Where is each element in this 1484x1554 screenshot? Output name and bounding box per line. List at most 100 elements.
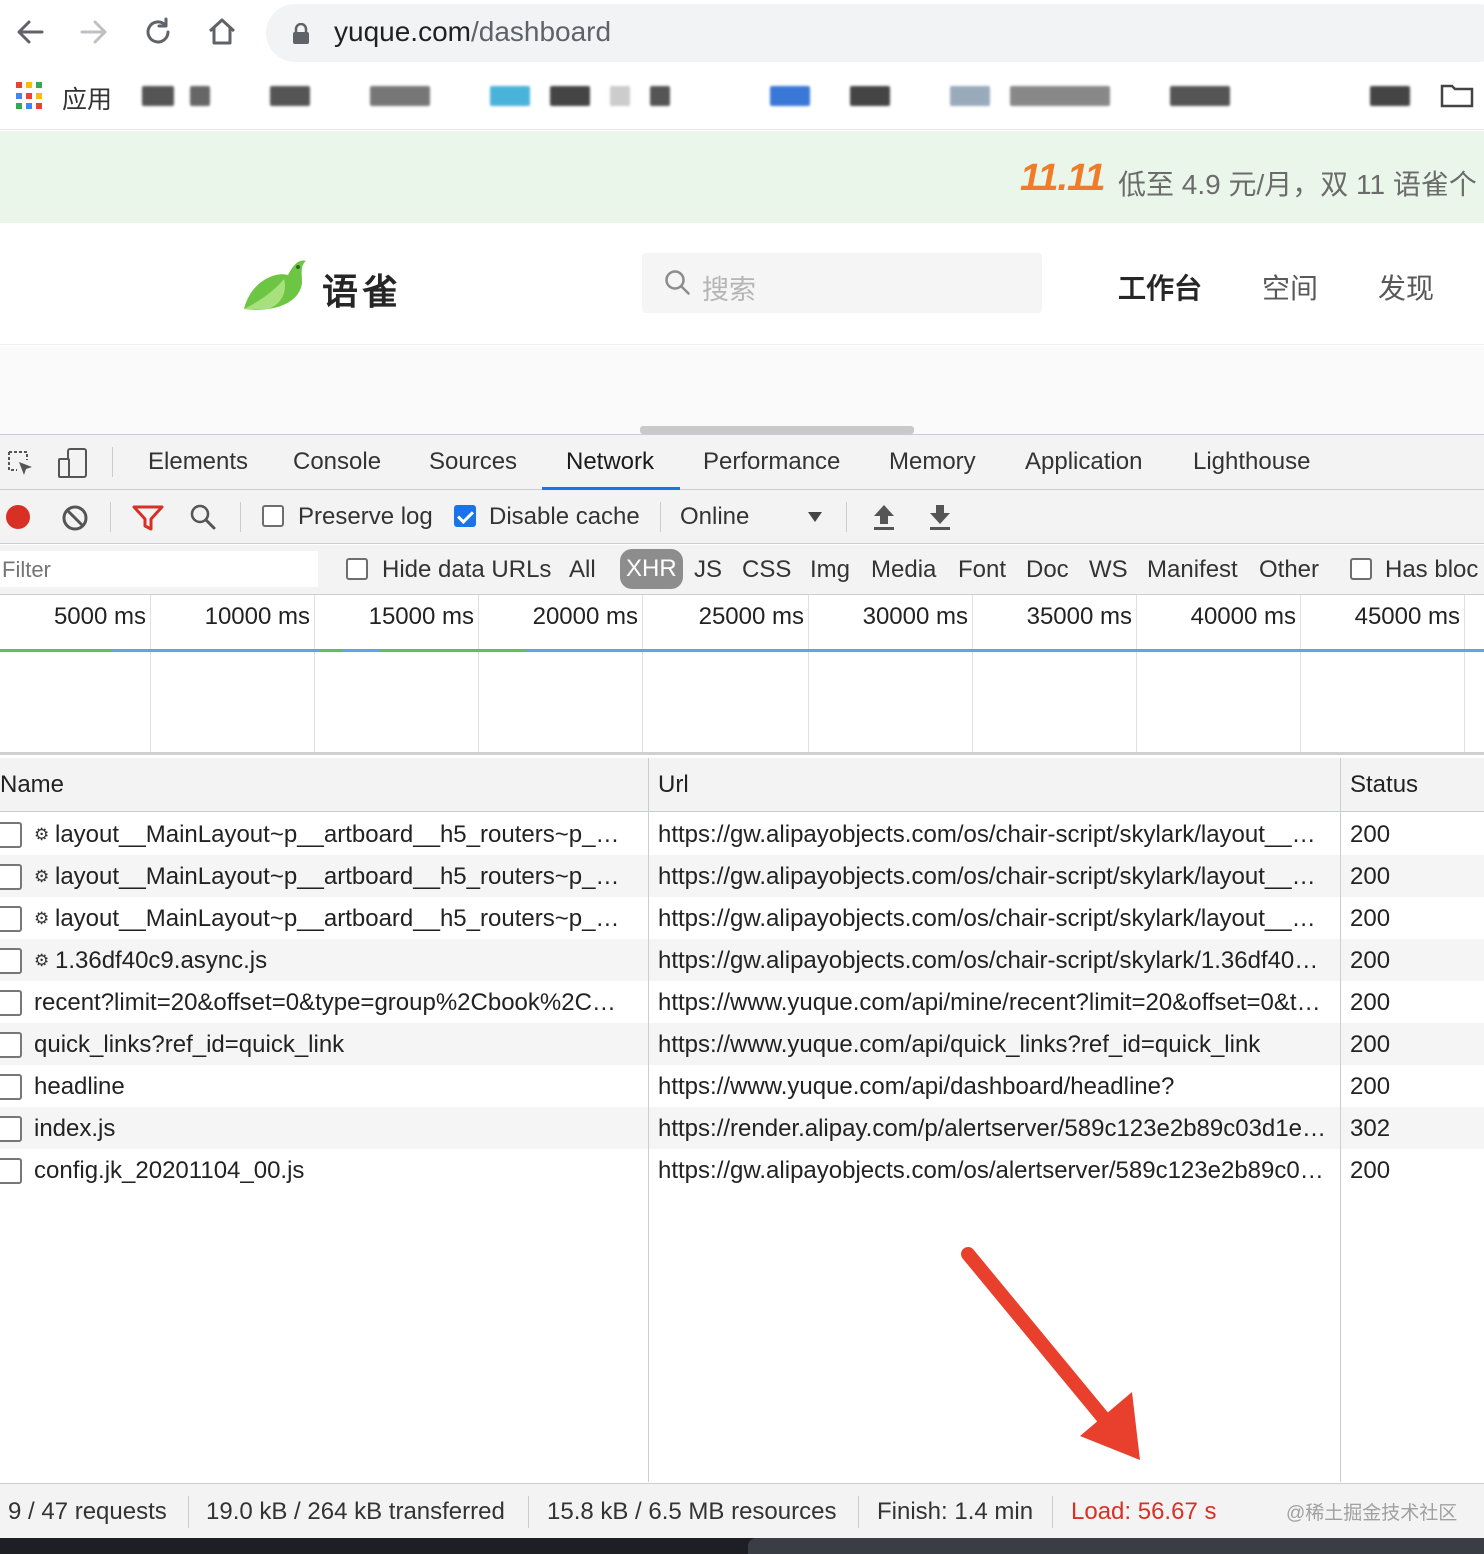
- reload-button[interactable]: [138, 12, 178, 52]
- filter-type-xhr[interactable]: XHR: [620, 549, 683, 589]
- table-row[interactable]: ⚙ 1.36df40c9.async.js https://gw.alipayobj…: [0, 939, 1484, 981]
- table-row[interactable]: recent?limit=20&offset=0&type=group%2Cbo…: [0, 981, 1484, 1023]
- request-name[interactable]: layout__MainLayout~p__artboard__h5_route…: [55, 905, 627, 933]
- bookmark-item[interactable]: [142, 86, 174, 106]
- site-search-input[interactable]: 搜索: [642, 253, 1042, 313]
- request-name[interactable]: config.jk_20201104_00.js: [34, 1157, 628, 1185]
- bookmark-item[interactable]: [1370, 86, 1410, 106]
- filter-type-font[interactable]: Font: [958, 556, 1006, 584]
- nav-discover[interactable]: 发现: [1378, 267, 1434, 307]
- tab-elements[interactable]: Elements: [148, 448, 248, 476]
- has-blocked-cookies-checkbox[interactable]: [1350, 558, 1372, 580]
- nav-spaces[interactable]: 空间: [1262, 267, 1318, 307]
- row-select-checkbox[interactable]: [0, 906, 22, 932]
- export-har-icon[interactable]: [926, 502, 954, 532]
- row-select-checkbox[interactable]: [0, 990, 22, 1016]
- search-icon[interactable]: [188, 502, 218, 532]
- request-name[interactable]: quick_links?ref_id=quick_link: [34, 1031, 628, 1059]
- request-url[interactable]: https://www.yuque.com/api/dashboard/head…: [658, 1073, 1330, 1101]
- yuque-logo-icon[interactable]: [240, 253, 310, 315]
- row-select-checkbox[interactable]: [0, 948, 22, 974]
- tab-memory[interactable]: Memory: [889, 448, 976, 476]
- hide-data-urls-label[interactable]: Hide data URLs: [382, 556, 551, 584]
- filter-type-img[interactable]: Img: [810, 556, 850, 584]
- row-select-checkbox[interactable]: [0, 1032, 22, 1058]
- promo-banner[interactable]: 11.11 低至 4.9 元/月，双 11 语雀个: [0, 131, 1484, 223]
- tab-console[interactable]: Console: [293, 448, 381, 476]
- bookmark-item[interactable]: [950, 86, 990, 106]
- tab-application[interactable]: Application: [1025, 448, 1142, 476]
- preserve-log-label[interactable]: Preserve log: [298, 503, 433, 531]
- request-url[interactable]: https://render.alipay.com/p/alertserver/…: [658, 1115, 1330, 1143]
- request-name[interactable]: 1.36df40c9.async.js: [55, 947, 627, 975]
- apps-bookmark-label[interactable]: 应用: [62, 80, 112, 116]
- bookmark-item[interactable]: [1010, 86, 1110, 106]
- filter-type-manifest[interactable]: Manifest: [1147, 556, 1238, 584]
- request-name[interactable]: layout__MainLayout~p__artboard__h5_route…: [55, 821, 627, 849]
- row-select-checkbox[interactable]: [0, 1158, 22, 1184]
- disable-cache-checkbox[interactable]: [454, 505, 476, 527]
- network-overview-timeline[interactable]: 5000 ms 10000 ms 15000 ms 20000 ms 25000…: [0, 595, 1484, 755]
- tab-performance[interactable]: Performance: [703, 448, 840, 476]
- request-url[interactable]: https://gw.alipayobjects.com/os/chair-sc…: [658, 905, 1330, 933]
- request-name[interactable]: layout__MainLayout~p__artboard__h5_route…: [55, 863, 627, 891]
- filter-type-doc[interactable]: Doc: [1026, 556, 1069, 584]
- request-url[interactable]: https://gw.alipayobjects.com/os/chair-sc…: [658, 863, 1330, 891]
- bookmark-item[interactable]: [1170, 86, 1230, 106]
- record-icon[interactable]: [4, 503, 32, 531]
- bookmark-item[interactable]: [370, 86, 430, 106]
- folder-icon[interactable]: [1440, 82, 1474, 108]
- request-url[interactable]: https://www.yuque.com/api/quick_links?re…: [658, 1031, 1330, 1059]
- filter-type-media[interactable]: Media: [871, 556, 936, 584]
- column-divider[interactable]: [648, 758, 649, 1482]
- request-url[interactable]: https://gw.alipayobjects.com/os/chair-sc…: [658, 947, 1330, 975]
- tab-lighthouse[interactable]: Lighthouse: [1193, 448, 1310, 476]
- filter-type-js[interactable]: JS: [694, 556, 722, 584]
- row-select-checkbox[interactable]: [0, 1116, 22, 1142]
- filter-type-ws[interactable]: WS: [1089, 556, 1128, 584]
- request-name[interactable]: recent?limit=20&offset=0&type=group%2Cbo…: [34, 989, 628, 1017]
- throttling-select[interactable]: Online: [680, 503, 749, 531]
- table-row[interactable]: ⚙ layout__MainLayout~p__artboard__h5_rout…: [0, 855, 1484, 897]
- request-url[interactable]: https://gw.alipayobjects.com/os/alertser…: [658, 1157, 1330, 1185]
- column-divider[interactable]: [1340, 758, 1341, 1482]
- address-bar[interactable]: yuque.com/dashboard: [266, 4, 1484, 62]
- brand-name[interactable]: 语雀: [322, 263, 402, 315]
- bookmark-item[interactable]: [850, 86, 890, 106]
- disable-cache-label[interactable]: Disable cache: [489, 503, 640, 531]
- row-select-checkbox[interactable]: [0, 822, 22, 848]
- table-row[interactable]: quick_links?ref_id=quick_link https://www…: [0, 1023, 1484, 1065]
- filter-type-other[interactable]: Other: [1259, 556, 1319, 584]
- table-row[interactable]: config.jk_20201104_00.js https://gw.alipa…: [0, 1149, 1484, 1191]
- table-row[interactable]: index.js https://render.alipay.com/p/aler…: [0, 1107, 1484, 1149]
- table-row[interactable]: ⚙ layout__MainLayout~p__artboard__h5_rout…: [0, 897, 1484, 939]
- tab-sources[interactable]: Sources: [429, 448, 517, 476]
- bookmark-item[interactable]: [550, 86, 590, 106]
- preserve-log-checkbox[interactable]: [262, 505, 284, 527]
- row-select-checkbox[interactable]: [0, 864, 22, 890]
- bookmark-item[interactable]: [270, 86, 310, 106]
- row-select-checkbox[interactable]: [0, 1074, 22, 1100]
- bookmark-item[interactable]: [650, 86, 670, 106]
- apps-grid-icon[interactable]: [16, 82, 44, 110]
- request-name[interactable]: headline: [34, 1073, 628, 1101]
- has-blocked-cookies-label[interactable]: Has bloc: [1385, 556, 1478, 584]
- request-url[interactable]: https://gw.alipayobjects.com/os/chair-sc…: [658, 821, 1330, 849]
- bookmark-item[interactable]: [490, 86, 530, 106]
- inspect-element-icon[interactable]: [6, 449, 36, 479]
- bookmark-item[interactable]: [610, 86, 630, 106]
- column-header-status[interactable]: Status: [1350, 771, 1418, 799]
- forward-button[interactable]: [74, 12, 114, 52]
- clear-icon[interactable]: [60, 503, 90, 533]
- chevron-down-icon[interactable]: [806, 510, 824, 524]
- bookmark-item[interactable]: [770, 86, 810, 106]
- filter-input[interactable]: Filter: [0, 551, 318, 587]
- tab-network[interactable]: Network: [566, 448, 654, 476]
- column-header-name[interactable]: Name: [0, 771, 64, 799]
- hide-data-urls-checkbox[interactable]: [346, 558, 368, 580]
- home-button[interactable]: [202, 12, 242, 52]
- filter-icon[interactable]: [132, 504, 164, 532]
- device-toolbar-icon[interactable]: [56, 447, 90, 479]
- table-row[interactable]: headline https://www.yuque.com/api/dashbo…: [0, 1065, 1484, 1107]
- filter-type-all[interactable]: All: [569, 556, 596, 584]
